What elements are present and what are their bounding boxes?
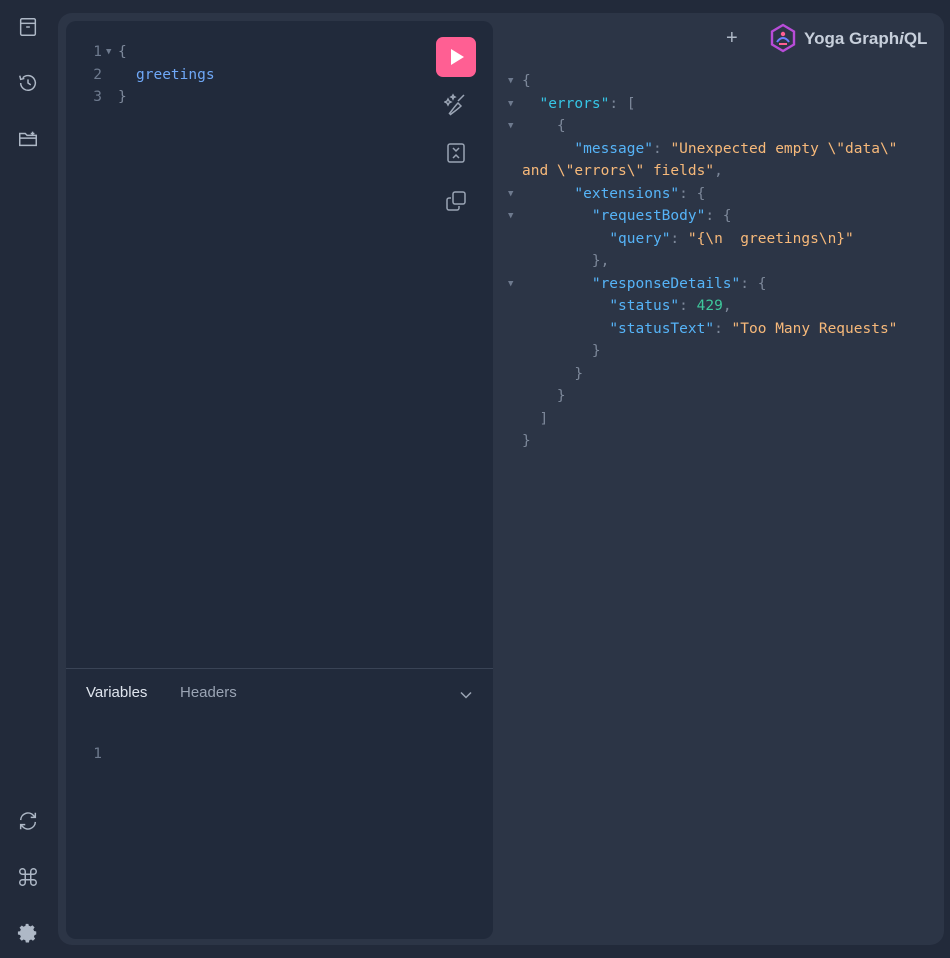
yoga-logo-icon [770, 23, 796, 53]
json-line: { [522, 118, 566, 134]
sidebar [0, 0, 58, 958]
explorer-icon[interactable] [12, 123, 44, 155]
merge-fragments-button[interactable] [436, 133, 476, 173]
json-line: ] [522, 411, 549, 427]
run-button[interactable] [436, 37, 476, 77]
tab-variables[interactable]: Variables [86, 684, 147, 701]
code-line: greetings [136, 67, 215, 83]
copy-icon [446, 191, 466, 211]
chevron-down-icon[interactable] [456, 685, 476, 705]
json-line: "message": "Unexpected empty \"data\" [574, 141, 898, 157]
fold-arrow-icon[interactable]: ▼ [508, 76, 513, 86]
fold-arrow-icon[interactable]: ▼ [508, 121, 513, 131]
line-number: 3 [93, 89, 102, 105]
magic-wand-icon [444, 93, 465, 116]
json-line: } [522, 366, 584, 382]
fold-arrow-icon[interactable]: ▼ [508, 99, 513, 109]
query-editor-panel: 1 ▼ { 2 greetings 3 } Variables Headers … [66, 21, 493, 939]
json-line: "status": 429, [609, 298, 732, 314]
tab-headers[interactable]: Headers [180, 684, 237, 701]
main-container: 1 ▼ { 2 greetings 3 } Variables Headers … [58, 13, 944, 945]
json-line: }, [522, 253, 610, 269]
settings-icon[interactable] [12, 917, 44, 949]
play-icon [451, 49, 464, 65]
fold-arrow-icon[interactable]: ▼ [106, 47, 111, 57]
add-tab-button[interactable]: + [726, 27, 738, 50]
documentation-icon[interactable] [12, 11, 44, 43]
json-line: "extensions": { [574, 186, 706, 202]
json-line: } [522, 388, 566, 404]
line-number: 1 [93, 746, 102, 762]
code-line: } [118, 89, 127, 105]
keyboard-shortcuts-icon[interactable] [12, 861, 44, 893]
json-line: { [522, 73, 531, 89]
json-line: "responseDetails": { [591, 276, 767, 292]
copy-query-button[interactable] [436, 181, 476, 221]
refetch-schema-icon[interactable] [12, 805, 44, 837]
code-line: { [118, 44, 127, 60]
editor-divider [66, 668, 493, 669]
json-line: } [522, 343, 601, 359]
json-line: and \"errors\" fields", [522, 163, 723, 179]
fold-arrow-icon[interactable]: ▼ [508, 189, 513, 199]
json-line: "query": "{\n greetings\n}" [609, 231, 854, 247]
json-line: "requestBody": { [591, 208, 732, 224]
fold-arrow-icon[interactable]: ▼ [508, 279, 513, 289]
fold-arrow-icon[interactable]: ▼ [508, 211, 513, 221]
json-line: } [522, 433, 531, 449]
prettify-button[interactable] [436, 85, 476, 125]
line-number: 2 [93, 67, 102, 83]
app-title: Yoga GraphiQL [804, 29, 928, 48]
result-panel: + Yoga GraphiQL ▼ { ▼ "errors": [ ▼ { "m… [498, 13, 944, 945]
json-line: "statusText": "Too Many Requests" [609, 321, 898, 337]
merge-fragments-icon [447, 143, 465, 163]
json-line: "errors": [ [539, 96, 636, 112]
line-number: 1 [93, 44, 102, 60]
history-icon[interactable] [12, 67, 44, 99]
